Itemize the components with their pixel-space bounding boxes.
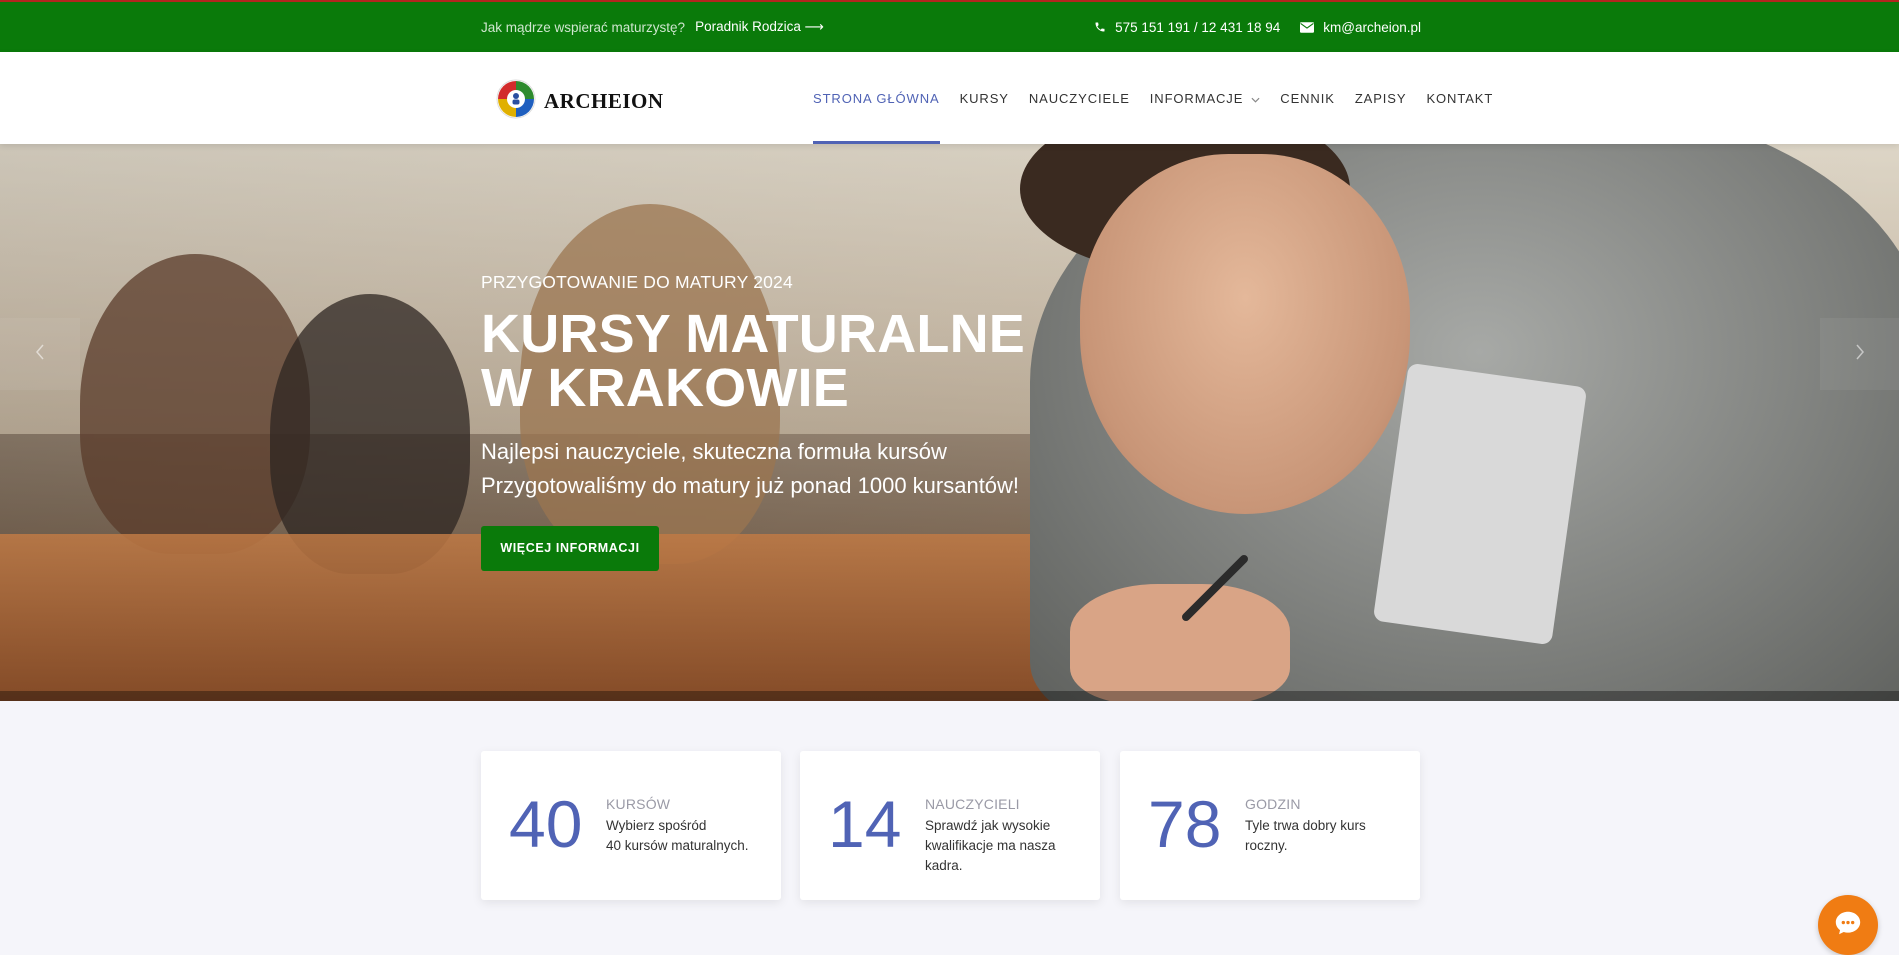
stat-label: GODZIN [1245,796,1301,812]
top-bar: Jak mądrze wspierać maturzystę? Poradnik… [0,0,1899,52]
nav-home[interactable]: STRONA GŁÓWNA [813,52,940,144]
stat-number: 14 [828,787,902,861]
parent-guide-promo: Jak mądrze wspierać maturzystę? Poradnik… [481,19,824,35]
parent-guide-link[interactable]: Poradnik Rodzica ⟶ [695,19,824,35]
stat-number: 40 [509,787,583,861]
stat-description-line: Wybierz spośród [606,818,707,833]
main-nav: STRONA GŁÓWNA KURSY NAUCZYCIELE INFORMAC… [813,52,1493,144]
nav-label: INFORMACJE [1149,90,1244,106]
stat-description: Tyle trwa dobry kurs roczny. [1245,818,1366,853]
hero-eyebrow: PRZYGOTOWANIE DO MATURY 2024 [481,272,793,292]
nav-label: STRONA GŁÓWNA [813,90,940,106]
nav-label: KONTAKT [1426,90,1494,106]
stat-card-teachers: 14 NAUCZYCIELI Sprawdź jak wysokie kwali… [800,751,1100,900]
nav-information[interactable]: INFORMACJE [1150,52,1261,144]
hero-title: KURSY MATURALNE W KRAKOWIE [481,307,1101,415]
more-info-button[interactable]: WIĘCEJ INFORMACJI [481,526,659,571]
nav-courses[interactable]: KURSY [960,52,1009,144]
stat-description-line: 40 kursów maturalnych. [606,838,749,853]
site-logo[interactable]: ARCHEION [496,79,664,124]
nav-contact[interactable]: KONTAKT [1426,52,1493,144]
slider-next-button[interactable] [1820,318,1899,390]
stat-card-hours: 78 GODZIN Tyle trwa dobry kurs roczny. [1120,751,1420,900]
stat-label: KURSÓW [606,796,671,812]
stat-card-courses: 40 KURSÓW Wybierz spośród 40 kursów matu… [481,751,781,900]
phone-icon [1094,21,1106,33]
hero-title-line1: KURSY MATURALNE [481,304,1026,364]
chat-widget-button[interactable] [1818,895,1878,955]
email-address: km@archeion.pl [1323,19,1421,35]
nav-label: KURSY [959,90,1009,106]
phone-number: 575 151 191 / 12 431 18 94 [1115,19,1281,35]
hero-content: PRZYGOTOWANIE DO MATURY 2024 KURSY MATUR… [481,272,1101,571]
site-header: ARCHEION STRONA GŁÓWNA KURSY NAUCZYCIELE… [0,52,1899,144]
email-contact[interactable]: km@archeion.pl [1300,20,1421,35]
stats-section: 40 KURSÓW Wybierz spośród 40 kursów matu… [0,701,1899,955]
nav-pricing[interactable]: CENNIK [1280,52,1335,144]
nav-teachers[interactable]: NAUCZYCIELE [1029,52,1130,144]
phone-contact[interactable]: 575 151 191 / 12 431 18 94 [1094,20,1280,35]
chevron-down-icon [1251,91,1260,106]
nav-label: CENNIK [1280,90,1335,106]
promo-question: Jak mądrze wspierać maturzystę? [481,19,686,35]
stat-number: 78 [1148,787,1222,861]
hero-slider: PRZYGOTOWANIE DO MATURY 2024 KURSY MATUR… [0,144,1899,701]
nav-enrollment[interactable]: ZAPISY [1355,52,1407,144]
logo-text: ARCHEION [544,89,664,113]
stat-description: Wybierz spośród 40 kursów maturalnych. [606,816,766,856]
hero-title-line2: W KRAKOWIE [481,358,849,418]
hero-subtitle-line1: Najlepsi nauczyciele, skuteczna formuła … [481,439,947,464]
nav-label: NAUCZYCIELE [1028,90,1130,106]
envelope-icon [1300,21,1315,33]
chevron-right-icon [1855,344,1865,365]
nav-label: ZAPISY [1354,90,1407,106]
stat-description: Sprawdź jak wysokie kwalifikacje ma nasz… [925,818,1056,873]
chat-bubble-icon [1833,908,1863,943]
slider-prev-button[interactable] [0,318,80,390]
chevron-left-icon [35,344,45,365]
hero-subtitle-line2: Przygotowaliśmy do matury już ponad 1000… [481,473,1020,498]
stat-label: NAUCZYCIELI [925,796,1020,812]
hero-subtitle: Najlepsi nauczyciele, skuteczna formuła … [481,435,1101,503]
logo-emblem-icon [496,79,536,124]
